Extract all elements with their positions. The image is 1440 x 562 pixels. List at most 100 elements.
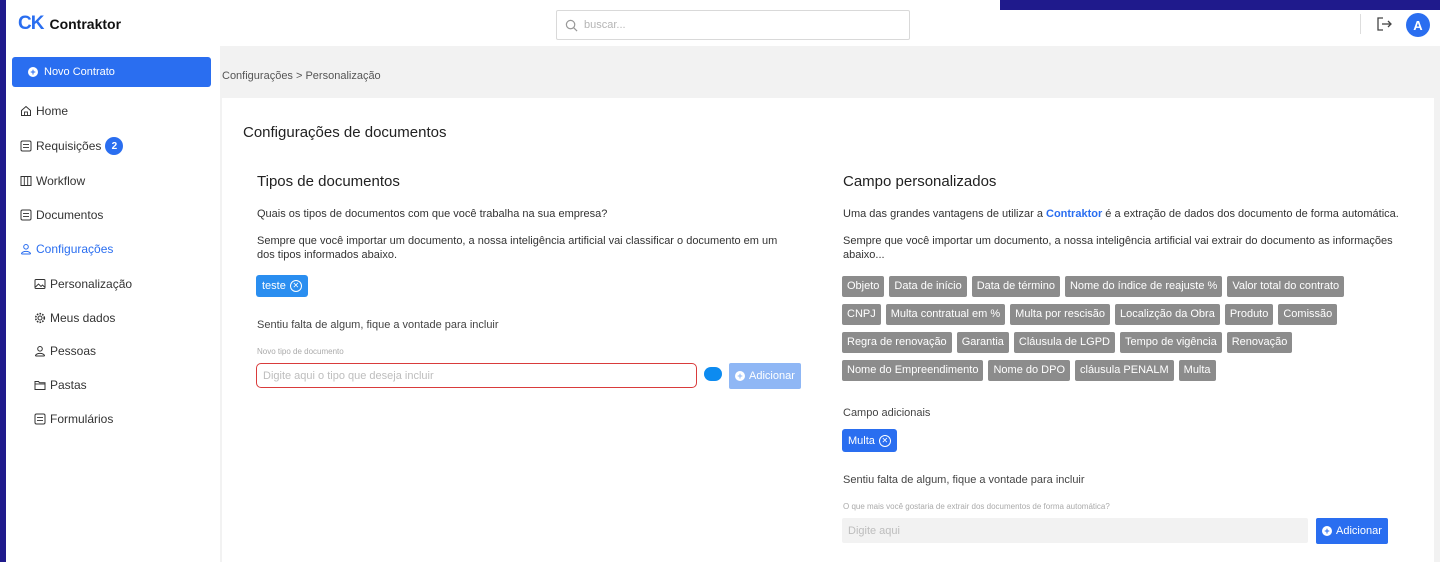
- doc-types-title: Tipos de documentos: [257, 173, 400, 190]
- custom-fields-title: Campo personalizados: [843, 173, 997, 190]
- sidebar-item-label: Formulários: [50, 412, 114, 426]
- field-tag[interactable]: Valor total do contrato: [1227, 276, 1345, 297]
- people-icon: [21, 244, 31, 255]
- sidebar-item-label: Requisições: [36, 139, 102, 153]
- count-badge: 2: [105, 137, 124, 155]
- extra-field-input[interactable]: [842, 518, 1308, 543]
- field-tag[interactable]: Multa por rescisão: [1010, 304, 1111, 325]
- tag-row: Objeto Data de início Data de término Nome …: [842, 276, 1382, 297]
- plus-circle-icon: +: [1322, 526, 1332, 536]
- sidebar-item-label: Configurações: [36, 242, 114, 256]
- sidebar-item-label: Meus dados: [50, 311, 116, 325]
- sidebar-item-meus-dados[interactable]: Meus dados: [34, 311, 115, 325]
- field-tag[interactable]: Nome do DPO: [988, 360, 1070, 381]
- logo-mark: CK: [18, 13, 44, 34]
- custom-fields-missing-label: Sentiu falta de algum, fique a vontade p…: [843, 474, 1085, 486]
- header-divider: [1360, 14, 1361, 34]
- home-icon: [21, 105, 31, 116]
- tag-row: CNPJ Multa contratual em % Multa por resci…: [842, 304, 1382, 325]
- close-icon[interactable]: ✕: [289, 280, 302, 292]
- field-tags: Objeto Data de início Data de término Nome …: [842, 276, 1382, 388]
- brand-logo[interactable]: CK Contraktor: [18, 14, 121, 33]
- list-icon: [20, 140, 32, 152]
- contraktor-link[interactable]: Contraktor: [1046, 208, 1102, 220]
- document-icon: [20, 209, 32, 221]
- gear-icon: [34, 312, 46, 324]
- sidebar-item-configuracoes[interactable]: Configurações: [20, 242, 113, 256]
- tag-row: Regra de renovação Garantia Cláusula de LG…: [842, 332, 1382, 353]
- search-input[interactable]: [584, 19, 884, 31]
- columns-icon: [20, 176, 32, 186]
- sidebar-item-workflow[interactable]: Workflow: [20, 174, 85, 188]
- custom-fields-description: Sempre que você importar um documento, a…: [843, 235, 1393, 261]
- sidebar: [6, 46, 220, 562]
- sidebar-item-documentos[interactable]: Documentos: [20, 208, 103, 222]
- background-strip-left: [0, 0, 6, 370]
- add-doc-type-button[interactable]: + Adicionar: [729, 363, 801, 389]
- add-button-label: Adicionar: [749, 370, 795, 382]
- close-icon[interactable]: ✕: [878, 434, 891, 447]
- sidebar-item-label: Pastas: [50, 378, 87, 392]
- field-tag[interactable]: Tempo de vigência: [1120, 332, 1222, 353]
- sidebar-item-label: Home: [36, 104, 69, 118]
- page-title: Configurações de documentos: [243, 124, 447, 141]
- people-icon: [35, 346, 45, 357]
- field-tag[interactable]: CNPJ: [842, 304, 881, 325]
- doc-type-chip[interactable]: teste ✕: [256, 275, 308, 297]
- sidebar-item-personalizacao[interactable]: Personalização: [34, 277, 132, 291]
- sidebar-item-pessoas[interactable]: Pessoas: [34, 344, 96, 358]
- sidebar-item-formularios[interactable]: Formulários: [34, 412, 113, 426]
- logout-icon[interactable]: [1375, 15, 1393, 33]
- chip-label: Multa: [848, 434, 875, 447]
- sidebar-item-home[interactable]: Home: [20, 104, 68, 118]
- new-doc-type-label: Novo tipo de documento: [257, 347, 344, 356]
- plus-circle-icon: +: [28, 67, 38, 77]
- sidebar-item-label: Workflow: [36, 174, 86, 188]
- custom-fields-intro: Uma das grandes vantagens de utilizar a …: [843, 208, 1399, 220]
- tag-row: Nome do Empreendimento Nome do DPO cláusul…: [842, 360, 1382, 381]
- add-button-label: Adicionar: [1336, 525, 1382, 537]
- field-tag[interactable]: Multa contratual em %: [885, 304, 1006, 325]
- sidebar-item-requisicoes[interactable]: Requisições 2: [20, 137, 124, 155]
- background-strip: [1000, 0, 1440, 10]
- field-tag[interactable]: Data de término: [971, 276, 1060, 297]
- brand-name: Contraktor: [49, 15, 122, 32]
- breadcrumb: Configurações > Personalização: [222, 70, 381, 82]
- plus-circle-icon: +: [735, 371, 745, 381]
- field-tag[interactable]: cláusula PENALM: [1075, 360, 1174, 381]
- sidebar-item-label: Documentos: [36, 208, 104, 222]
- field-tag[interactable]: Garantia: [956, 332, 1009, 353]
- doc-types-missing-label: Sentiu falta de algum, fique a vontade p…: [257, 319, 499, 331]
- toggle-indicator[interactable]: [704, 367, 722, 381]
- extra-field-label: O que mais você gostaria de extrair dos …: [843, 502, 1110, 511]
- search-box[interactable]: [556, 10, 910, 40]
- additional-field-chip[interactable]: Multa ✕: [842, 429, 897, 452]
- field-tag[interactable]: Multa: [1178, 360, 1216, 381]
- add-custom-field-button[interactable]: + Adicionar: [1316, 518, 1388, 544]
- field-tag[interactable]: Nome do índice de reajuste %: [1064, 276, 1223, 297]
- field-tag[interactable]: Cláusula de LGPD: [1013, 332, 1115, 353]
- sidebar-item-pastas[interactable]: Pastas: [34, 378, 87, 392]
- doc-types-description: Sempre que você importar um documento, a…: [257, 235, 778, 261]
- doc-types-question: Quais os tipos de documentos com que voc…: [257, 208, 608, 220]
- field-tag[interactable]: Objeto: [842, 276, 885, 297]
- field-tag[interactable]: Nome do Empreendimento: [842, 360, 984, 381]
- new-contract-button[interactable]: + Novo Contrato: [12, 57, 211, 87]
- sidebar-item-label: Personalização: [50, 277, 133, 291]
- field-tag[interactable]: Comissão: [1278, 304, 1338, 325]
- new-doc-type-input[interactable]: [256, 363, 697, 388]
- field-tag[interactable]: Localizção da Obra: [1115, 304, 1220, 325]
- form-icon: [34, 413, 46, 425]
- user-avatar[interactable]: A: [1406, 13, 1430, 37]
- field-tag[interactable]: Data de início: [889, 276, 967, 297]
- field-tag[interactable]: Produto: [1224, 304, 1274, 325]
- search-icon: [565, 19, 578, 31]
- image-icon: [34, 279, 46, 289]
- additional-fields-label: Campo adicionais: [843, 407, 931, 419]
- field-tag[interactable]: Regra de renovação: [842, 332, 952, 353]
- field-tag[interactable]: Renovação: [1226, 332, 1293, 353]
- sidebar-item-label: Pessoas: [50, 344, 97, 358]
- chip-label: teste: [262, 280, 286, 292]
- folder-icon: [34, 381, 46, 390]
- new-contract-label: Novo Contrato: [44, 66, 115, 78]
